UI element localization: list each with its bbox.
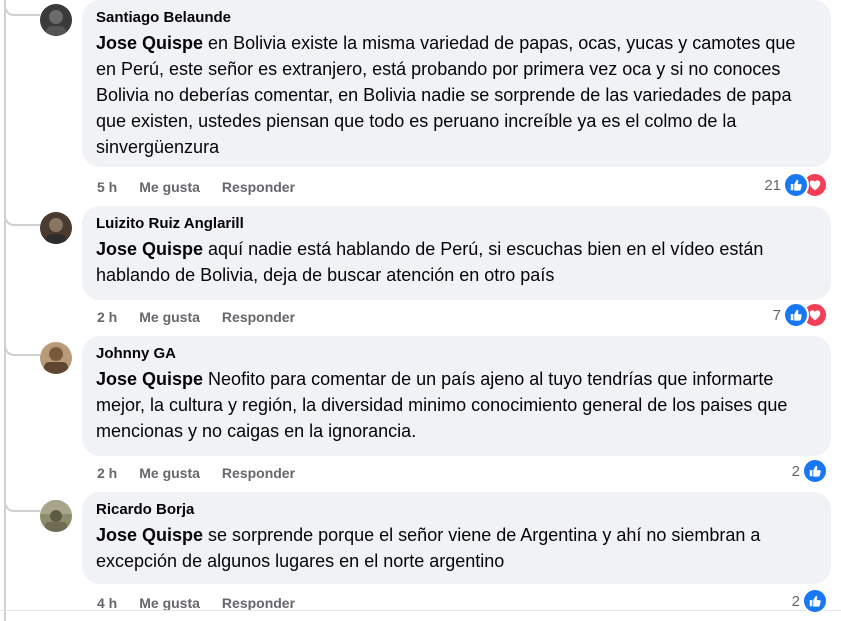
- thread-rail: [4, 0, 6, 621]
- reactions-summary[interactable]: 2: [791, 458, 828, 484]
- like-icon: [783, 172, 809, 198]
- comment-text: Jose Quispe Neofito para comentar de un …: [96, 366, 817, 444]
- comment-author[interactable]: Luizito Ruiz Anglarill: [96, 214, 817, 234]
- like-button[interactable]: Me gusta: [139, 595, 200, 611]
- like-icon: [783, 302, 809, 328]
- like-icon: [802, 458, 828, 484]
- thread-branch: [4, 4, 40, 16]
- avatar[interactable]: [40, 4, 72, 36]
- comment-text: Jose Quispe se sorprende porque el señor…: [96, 522, 817, 574]
- avatar[interactable]: [40, 212, 72, 244]
- comment-actions: 2 h Me gusta Responder: [97, 463, 317, 483]
- comment-bubble: Ricardo Borja Jose Quispe se sorprende p…: [82, 492, 831, 584]
- comment-time[interactable]: 2 h: [97, 309, 117, 325]
- comment-text: Jose Quispe aquí nadie está hablando de …: [96, 236, 817, 288]
- reply-button[interactable]: Responder: [222, 179, 295, 195]
- mention-link[interactable]: Jose Quispe: [96, 33, 203, 53]
- mention-link[interactable]: Jose Quispe: [96, 525, 203, 545]
- comment-actions: 2 h Me gusta Responder: [97, 307, 317, 327]
- like-button[interactable]: Me gusta: [139, 179, 200, 195]
- comment-author[interactable]: Santiago Belaunde: [96, 8, 817, 28]
- comment-time[interactable]: 5 h: [97, 179, 117, 195]
- comment-author[interactable]: Johnny GA: [96, 344, 817, 364]
- reactions-count: 21: [764, 176, 781, 194]
- reactions-summary[interactable]: 21: [764, 172, 828, 198]
- comment-bubble: Johnny GA Jose Quispe Neofito para comen…: [82, 336, 831, 456]
- avatar[interactable]: [40, 500, 72, 532]
- comment-time[interactable]: 2 h: [97, 465, 117, 481]
- comment-author[interactable]: Ricardo Borja: [96, 500, 817, 520]
- thread-branch: [4, 500, 40, 512]
- reply-button[interactable]: Responder: [222, 595, 295, 611]
- mention-link[interactable]: Jose Quispe: [96, 369, 203, 389]
- comment-time[interactable]: 4 h: [97, 595, 117, 611]
- comment-bubble: Luizito Ruiz Anglarill Jose Quispe aquí …: [82, 206, 831, 300]
- mention-link[interactable]: Jose Quispe: [96, 239, 203, 259]
- comment-actions: 5 h Me gusta Responder: [97, 177, 317, 197]
- like-icon: [802, 588, 828, 614]
- like-button[interactable]: Me gusta: [139, 465, 200, 481]
- comment-bubble: Santiago Belaunde Jose Quispe en Bolivia…: [82, 0, 831, 167]
- thread-branch: [4, 344, 40, 356]
- divider: [0, 610, 841, 611]
- like-button[interactable]: Me gusta: [139, 309, 200, 325]
- reply-button[interactable]: Responder: [222, 309, 295, 325]
- thread-branch: [4, 214, 40, 226]
- avatar[interactable]: [40, 342, 72, 374]
- comment-text: Jose Quispe en Bolivia existe la misma v…: [96, 30, 817, 160]
- reactions-summary[interactable]: 7: [772, 302, 828, 328]
- reactions-count: 2: [791, 592, 800, 610]
- reply-button[interactable]: Responder: [222, 465, 295, 481]
- reactions-count: 7: [772, 306, 781, 324]
- reactions-count: 2: [791, 462, 800, 480]
